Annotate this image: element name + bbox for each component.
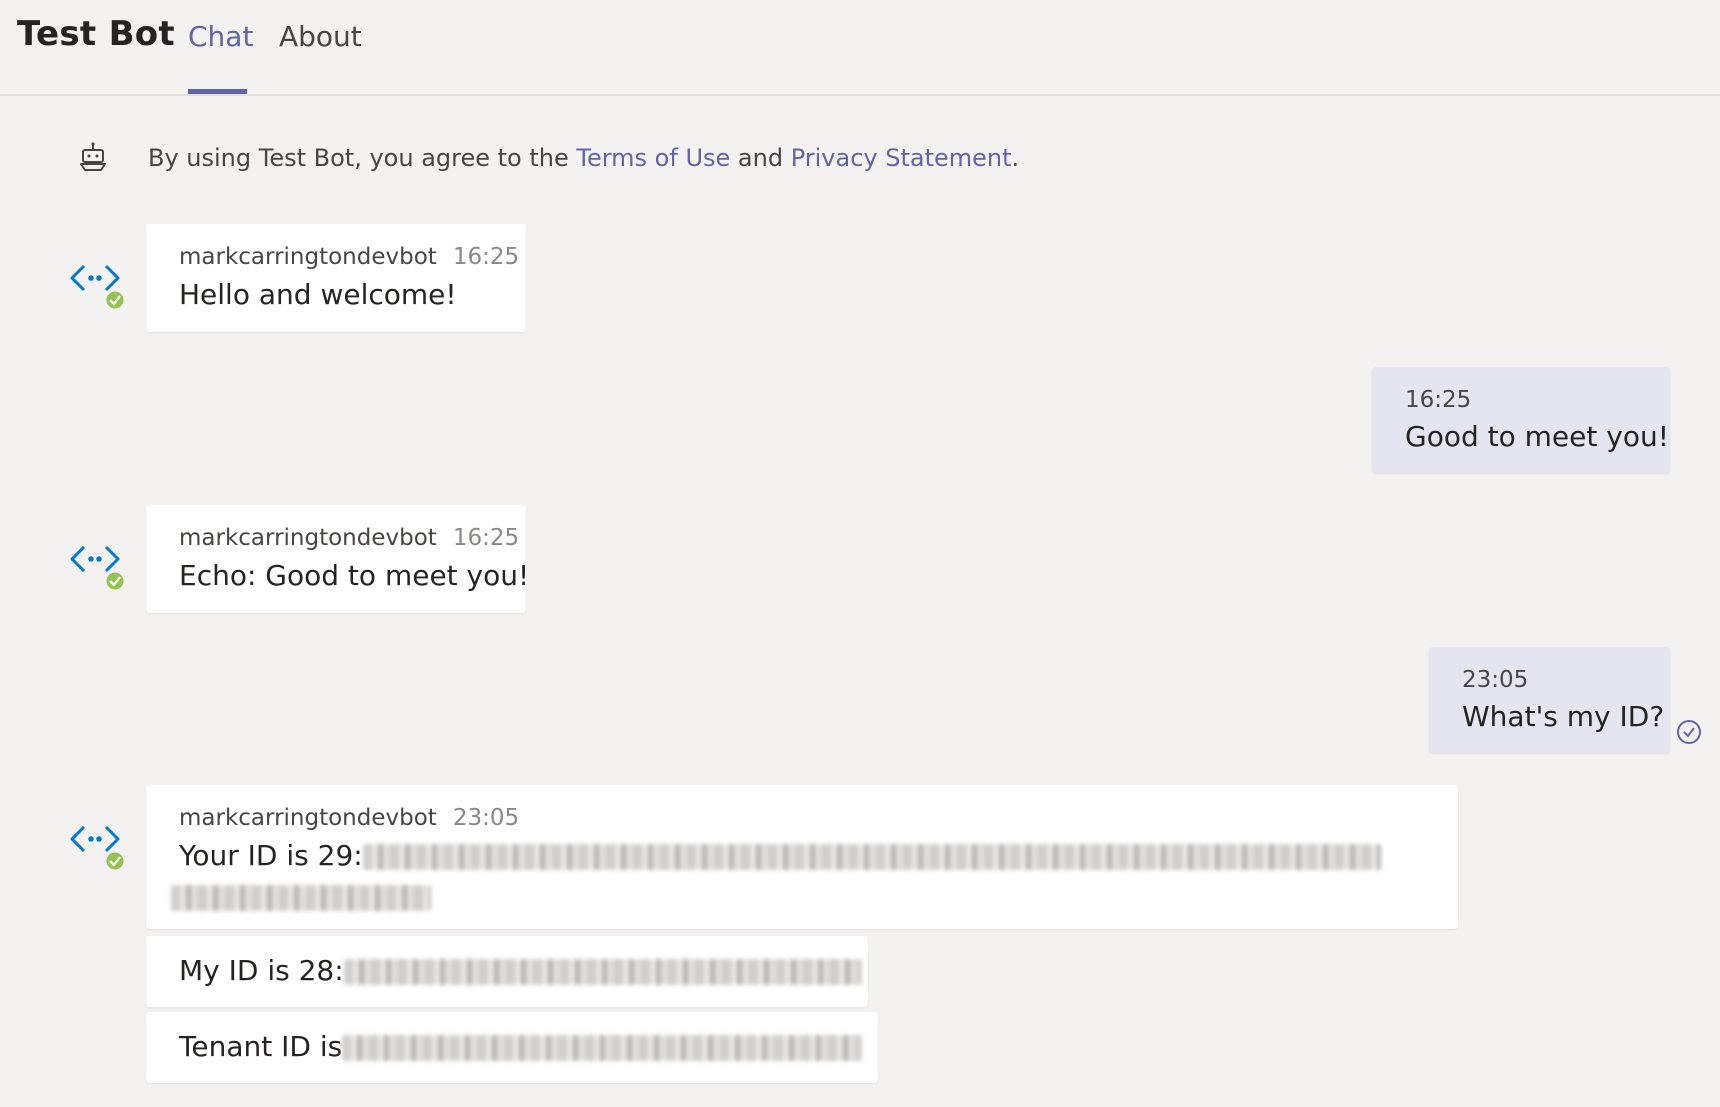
message-bubble-bot: markcarringtondevbot 16:25 Echo: Good to … [146,505,530,613]
bot-avatar-icon[interactable] [68,254,128,314]
message-bubble-bot: My ID is 28: [146,936,868,1007]
message-bubble-me: 16:25 Good to meet you! [1372,367,1670,473]
app-title: Test Bot [17,14,175,54]
tenant-id-label: Tenant ID is [179,1030,343,1063]
sender-name: markcarringtondevbot [179,244,437,270]
redacted-bot-id [343,959,862,985]
message-text-line2 [171,885,431,911]
message-time: 16:25 [1405,387,1472,413]
message-time: 16:25 [452,244,520,270]
notice-prefix: By using Test Bot, you agree to the [148,144,577,172]
message-text: Echo: Good to meet you! [179,559,530,592]
message-time: 23:05 [1462,667,1529,693]
bot-icon [80,142,106,171]
message-bubble-me: 23:05 What's my ID? [1429,647,1670,753]
your-id-label: Your ID is 29: [179,839,363,872]
read-check-icon [1677,720,1701,744]
tab-chat[interactable]: Chat [188,20,253,53]
notice-suffix: . [1011,144,1020,172]
terms-notice: By using Test Bot, you agree to the Term… [148,144,1019,172]
message-bubble-bot: markcarringtondevbot 16:25 Hello and welc… [146,224,526,332]
message-time: 16:25 [452,525,520,551]
message-text: Hello and welcome! [179,278,457,311]
message-text: My ID is 28: [179,954,862,988]
sender-name: markcarringtondevbot [179,525,437,551]
message-time: 23:05 [452,805,520,831]
my-id-label: My ID is 28: [179,954,344,987]
message-text: What's my ID? [1462,700,1665,733]
notice-middle: and [730,144,791,172]
app-header: Test Bot Chat About [0,0,1720,96]
bot-avatar-icon[interactable] [68,535,128,595]
redacted-tenant-id [342,1035,863,1061]
sender-name: markcarringtondevbot [179,805,437,831]
message-text: Tenant ID is [179,1030,863,1064]
bot-avatar-icon[interactable] [68,815,128,875]
redacted-user-id-continued [171,885,431,911]
message-text: Good to meet you! [1405,420,1669,453]
message-bubble-bot: markcarringtondevbot 23:05 Your ID is 29: [146,785,1458,929]
privacy-statement-link[interactable]: Privacy Statement [791,144,1012,172]
tab-about[interactable]: About [279,20,362,53]
active-tab-indicator [188,89,247,94]
message-bubble-bot: Tenant ID is [146,1012,878,1083]
message-text: Your ID is 29: [179,839,1381,873]
redacted-user-id [362,844,1381,870]
terms-of-use-link[interactable]: Terms of Use [576,144,730,172]
